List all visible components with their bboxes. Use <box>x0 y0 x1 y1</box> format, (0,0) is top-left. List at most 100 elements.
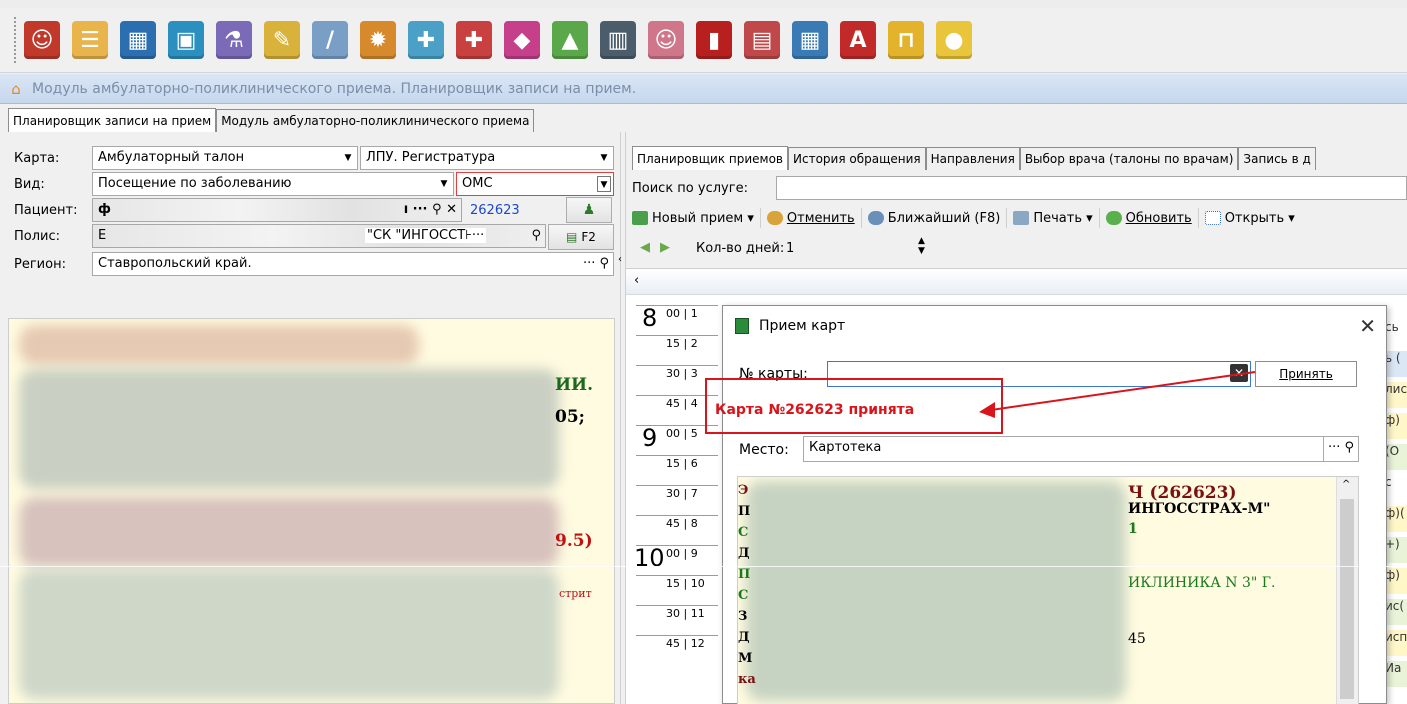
card-info-letter: Д <box>738 630 750 645</box>
tab-outpatient-module[interactable]: Модуль амбулаторно-поликлинического прие… <box>216 109 535 132</box>
patient-field[interactable]: ф ı ··· ⚲ ✕ <box>92 198 462 222</box>
tab-referrals[interactable]: Направления <box>925 147 1020 170</box>
tab-visit-history[interactable]: История обращения <box>788 147 926 170</box>
settings-panel-icon[interactable]: ✹ <box>360 21 396 59</box>
lpu-select[interactable]: ЛПУ. Регистратура ▼ <box>360 146 614 170</box>
print-button[interactable]: Печать ▾ <box>1007 208 1100 228</box>
calculator-icon[interactable]: ▦ <box>120 21 156 59</box>
lpu-value: ЛПУ. Регистратура <box>366 150 496 165</box>
place-actions: ··· ⚲ <box>1322 437 1358 461</box>
nearest-label: Ближайший (F8) <box>887 210 1001 226</box>
collapse-arrow-icon[interactable]: ‹ <box>618 254 622 265</box>
new-polis-button[interactable]: ▤ F2 <box>548 224 614 250</box>
card-info-letter: П <box>738 504 751 519</box>
nurse-icon[interactable]: ☺ <box>648 21 684 59</box>
pdf-icon[interactable]: A <box>840 21 876 59</box>
time-slot[interactable]: 45 | 12 <box>636 635 718 659</box>
patient-id-link[interactable]: 262623 <box>470 203 520 218</box>
days-spinner[interactable]: ▲ ▼ <box>918 236 925 256</box>
prev-arrow-icon[interactable]: ◀ <box>640 240 650 255</box>
shapes-icon[interactable]: ▲ <box>552 21 588 59</box>
tab-record[interactable]: Запись в д <box>1238 147 1316 170</box>
region-field[interactable]: Ставропольский край. ··· ⚲ <box>92 252 614 276</box>
annotation-arrow <box>979 371 1256 418</box>
card-info-letter: С <box>738 525 749 540</box>
karta-select[interactable]: Амбулаторный талон ▼ <box>92 146 358 170</box>
new-appointment-button[interactable]: Новый прием ▾ <box>626 208 761 228</box>
card-info-panel: ^ Ч (262623) ИНГОССТРАХ-М" 1 ИКЛИНИКА N 3" … <box>737 476 1359 704</box>
polis-field[interactable]: Е "СК "ИНГОССТ⊦··· ⚲ <box>92 224 546 248</box>
arrow-line <box>990 371 1256 411</box>
info-scrollbar[interactable]: ^ <box>1336 477 1358 704</box>
patient-row: Пациент: ф ı ··· ⚲ ✕ 262623 ♟ <box>8 197 620 224</box>
time-slot[interactable]: 8 00 | 1 <box>636 304 718 332</box>
cancel-label: Отменить <box>786 210 855 226</box>
scroll-up-icon[interactable]: ^ <box>1342 479 1350 490</box>
doctor-icon[interactable]: ☺ <box>24 21 60 59</box>
clear-icon[interactable]: ✕ <box>446 202 457 217</box>
toolbar-grip[interactable] <box>14 17 18 63</box>
person-card-icon: ♟ <box>582 202 596 218</box>
time-slot[interactable]: 30 | 7 <box>636 485 718 509</box>
first-aid-icon[interactable]: ✚ <box>456 21 492 59</box>
medicine-icon[interactable]: ✚ <box>408 21 444 59</box>
tab-scheduler[interactable]: Планировщик записи на прием <box>8 108 217 132</box>
time-slot[interactable]: 15 | 2 <box>636 335 718 359</box>
syringe-icon[interactable]: / <box>312 21 348 59</box>
search-icon[interactable]: ⚲ <box>599 256 609 271</box>
card-info-line: 45 <box>1128 631 1146 647</box>
notepad-icon[interactable]: ☰ <box>72 21 108 59</box>
cancel-button[interactable]: Отменить <box>761 208 862 228</box>
time-slot[interactable]: 15 | 10 <box>636 575 718 599</box>
schedule-icon[interactable]: ▦ <box>792 21 828 59</box>
tab-doctor-choice[interactable]: Выбор врача (талоны по врачам) <box>1019 147 1239 170</box>
minute-label: 45 | 12 <box>666 637 705 650</box>
next-arrow-icon[interactable]: ▶ <box>660 240 670 255</box>
refresh-icon <box>1105 211 1122 225</box>
open-icon <box>1204 211 1221 225</box>
new-appointment-icon <box>632 211 648 225</box>
refresh-button[interactable]: Обновить <box>1100 208 1199 228</box>
search-icon[interactable]: ⚲ <box>1344 440 1354 455</box>
days-value[interactable]: 1 <box>786 241 794 256</box>
id-card-icon[interactable]: ▣ <box>168 21 204 59</box>
time-slot[interactable]: 30 | 11 <box>636 605 718 629</box>
nearest-button[interactable]: Ближайший (F8) <box>862 208 1008 228</box>
search-icon[interactable]: ⚲ <box>531 228 541 243</box>
tab-scheduler-appointments[interactable]: Планировщик приемов <box>632 146 788 170</box>
card-info-letter: З <box>738 609 748 624</box>
lock-icon[interactable]: ⊓ <box>888 21 924 59</box>
search-icon[interactable]: ⚲ <box>432 202 442 217</box>
vid-select[interactable]: Посещение по заболеванию ▼ <box>92 172 454 196</box>
hour-label: 10 <box>634 544 665 572</box>
place-label: Место: <box>739 442 789 458</box>
time-slot[interactable]: 15 | 6 <box>636 455 718 479</box>
speech-bubble-icon[interactable]: ● <box>936 21 972 59</box>
scroll-thumb[interactable] <box>1340 499 1354 699</box>
minute-label: 15 | 2 <box>666 337 698 350</box>
oms-select[interactable]: ОМС ▼ <box>456 172 614 196</box>
open-label: Открыть ▾ <box>1224 210 1295 226</box>
barcode-scanner-icon[interactable]: ▥ <box>600 21 636 59</box>
scheduler-tabs: Планировщик приемов История обращения На… <box>632 146 1407 170</box>
polis-company: "СК "ИНГОССТ⊦··· <box>365 228 487 243</box>
accept-button[interactable]: Принять <box>1255 361 1357 387</box>
edit-document-icon[interactable]: ✎ <box>264 21 300 59</box>
lab-icon[interactable]: ⚗ <box>216 21 252 59</box>
time-slot[interactable]: 45 | 8 <box>636 515 718 539</box>
service-search-input[interactable] <box>776 176 1407 200</box>
open-button[interactable]: Открыть ▾ <box>1199 208 1301 228</box>
minute-label: 00 | 9 <box>666 547 698 560</box>
dialog-title-bar: Прием карт ✕ <box>723 306 1386 346</box>
close-icon[interactable]: ✕ <box>1359 314 1376 338</box>
f2-label: F2 <box>581 230 596 244</box>
calendar-window-icon[interactable]: ▤ <box>744 21 780 59</box>
info-fragment: стрит <box>559 587 592 600</box>
scroll-left-icon[interactable]: ‹ <box>634 273 639 288</box>
minute-label: 30 | 3 <box>666 367 698 380</box>
place-field[interactable]: Картотека ··· ⚲ <box>803 436 1359 462</box>
cancel-person-icon <box>766 211 783 225</box>
basket-icon[interactable]: ◆ <box>504 21 540 59</box>
red-book-icon[interactable]: ▮ <box>696 21 732 59</box>
patient-card-button[interactable]: ♟ <box>566 197 612 223</box>
